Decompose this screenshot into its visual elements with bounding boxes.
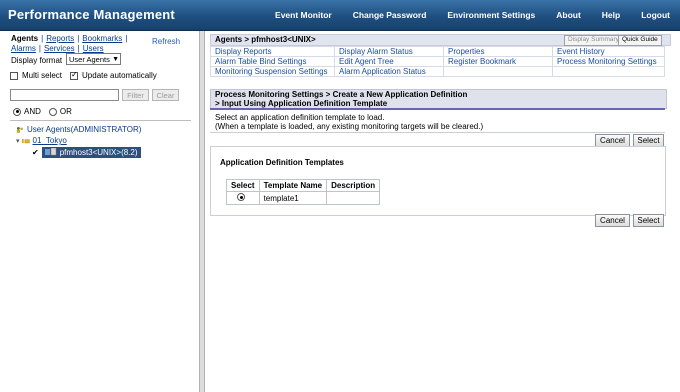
section-accent-line [210,108,665,110]
divider [10,120,191,121]
multi-select-checkbox[interactable] [10,71,18,80]
templates-title: Application Definition Templates [220,158,344,167]
folder-icon [21,138,30,143]
select-button-bottom[interactable]: Select [633,214,664,227]
menu-environment-settings[interactable]: Environment Settings [447,10,535,20]
collapse-icon: ▾ [16,137,20,145]
multi-select-label: Multi select [22,71,63,80]
display-format-label: Display format [11,56,63,65]
instructions-line1: Select an application definition templat… [215,113,385,122]
quick-guide-button[interactable]: Quick Guide [618,35,662,46]
clear-button[interactable]: Clear [152,89,179,101]
menu-event-monitor[interactable]: Event Monitor [275,10,332,20]
menu-properties[interactable]: Properties [443,46,553,57]
tree-node-tokyo[interactable]: ▾ 01_Tokyo [16,136,67,145]
divider [210,132,665,133]
instructions-line2: (When a template is loaded, any existing… [215,122,484,131]
nav-users[interactable]: Users [83,44,104,53]
menu-empty-2 [552,66,665,77]
menu-about[interactable]: About [556,10,581,20]
menu-change-password[interactable]: Change Password [353,10,427,20]
display-summary-button[interactable]: Display Summary [564,35,623,46]
col-select: Select [226,179,260,192]
menu-register-bookmark[interactable]: Register Bookmark [443,56,553,67]
menu-display-alarm-status[interactable]: Display Alarm Status [334,46,444,57]
or-label: OR [59,107,72,116]
menu-alarm-application-status[interactable]: Alarm Application Status [334,66,444,77]
menu-edit-agent-tree[interactable]: Edit Agent Tree [334,56,444,67]
app-title: Performance Management [8,7,175,22]
and-radio[interactable] [13,107,21,116]
refresh-link[interactable]: Refresh [152,37,180,46]
options-row: Multi select Update automatically [10,70,157,80]
display-format-select[interactable]: User Agents ▼ [66,53,121,65]
col-template-name: Template Name [258,179,328,192]
menu-display-reports[interactable]: Display Reports [210,46,335,57]
menu-alarm-table-bind[interactable]: Alarm Table Bind Settings [210,56,335,67]
top-menu: Event Monitor Change Password Environmen… [254,10,670,20]
tree-node-tokyo-label: 01_Tokyo [32,136,67,145]
tree-root[interactable]: User Agents(ADMINISTRATOR) [16,125,141,134]
templates-panel: Application Definition Templates Select … [210,146,666,216]
filter-button[interactable]: Filter [122,89,149,101]
nav-services[interactable]: Services [44,44,75,53]
nav-bookmarks[interactable]: Bookmarks [82,34,122,43]
instructions: Select an application definition templat… [215,113,483,131]
menu-monitoring-suspension[interactable]: Monitoring Suspension Settings [210,66,335,77]
chevron-down-icon: ▼ [112,56,119,63]
menu-process-monitoring-settings[interactable]: Process Monitoring Settings [552,56,665,67]
update-auto-label: Update automatically [82,71,157,80]
check-icon: ✔ [32,148,39,157]
cancel-button-bottom[interactable]: Cancel [595,214,630,227]
template-name-cell: template1 [258,191,328,205]
col-description: Description [326,179,381,192]
section-header: Process Monitoring Settings > Create a N… [210,89,667,109]
template-description-cell [326,191,381,205]
template-radio[interactable] [237,193,246,201]
update-auto-checkbox[interactable] [70,70,79,80]
tree-leaf-label: pfmhost3<UNIX>(8.2) [59,148,138,157]
templates-table: Select Template Name Description templat… [226,179,381,205]
user-agents-icon [16,126,23,133]
filter-logic: AND OR [13,107,72,116]
agent-menu: Display Reports Display Alarm Status Pro… [210,46,665,77]
table-row[interactable]: template1 [226,191,381,205]
display-format-value: User Agents [69,55,110,64]
left-pane: Agents | Reports | Bookmarks | Alarms | Service… [0,31,199,392]
or-radio[interactable] [48,107,57,116]
menu-empty-1 [443,66,553,77]
tree-root-label: User Agents(ADMINISTRATOR) [27,125,142,134]
agent-host-icon [44,147,56,156]
and-label: AND [24,107,41,116]
tree-leaf-selected: pfmhost3<UNIX>(8.2) [41,147,141,158]
nav-agents[interactable]: Agents [11,34,38,43]
top-bar: Performance Management Event Monitor Cha… [0,0,680,31]
nav-reports[interactable]: Reports [46,34,74,43]
row-select-cell [226,191,260,205]
breadcrumb-text: Agents > pfmhost3<UNIX> [215,35,316,44]
menu-logout[interactable]: Logout [641,10,670,20]
tree-leaf-pfmhost3[interactable]: ✔ pfmhost3<UNIX>(8.2) [32,147,141,158]
menu-event-history[interactable]: Event History [552,46,665,57]
filter-input[interactable] [10,89,119,101]
menu-help[interactable]: Help [602,10,620,20]
right-pane: Agents > pfmhost3<UNIX> Display Summary … [205,31,680,392]
nav-alarms[interactable]: Alarms [11,44,36,53]
section-title-line2: > Input Using Application Definition Tem… [215,98,388,108]
